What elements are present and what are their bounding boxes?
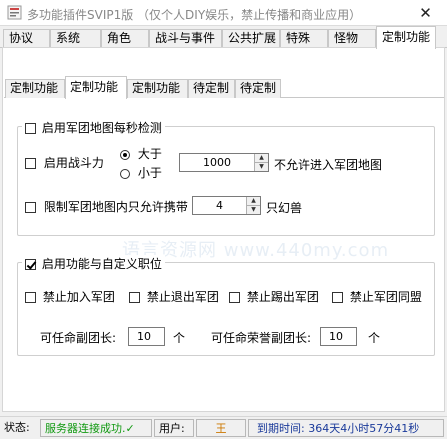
- ban-leave-label: 禁止退出军团: [146, 290, 219, 304]
- user-name: 王: [215, 422, 227, 435]
- connection-status: 服务器连接成功.✓: [45, 422, 135, 435]
- pet-limit-label: 限制军团地图内只允许携带: [43, 200, 188, 214]
- combat-power-spinner[interactable]: 1000 ▲ ▼: [179, 153, 269, 172]
- honor-leader-unit: 个: [368, 331, 381, 345]
- ban-kick-label: 禁止踢出军团: [246, 290, 319, 304]
- ban-alliance-checkbox[interactable]: [332, 292, 343, 303]
- main-tab-bar: 协议 系统 角色 战斗与事件 公共扩展 特殊 怪物 定制功能: [0, 26, 447, 49]
- tab-protocol[interactable]: 协议: [3, 29, 50, 48]
- status-label: 状态:: [4, 421, 30, 434]
- ban-alliance-option[interactable]: 禁止军团同盟: [332, 288, 422, 305]
- pet-limit-option[interactable]: 限制军团地图内只允许携带: [25, 198, 188, 215]
- title-bar: 多功能插件SVIP1版 （仅个人DIY娱乐，禁止传播和商业应用） ✕: [0, 0, 447, 26]
- function-position-title: 启用功能与自定义职位: [41, 257, 162, 271]
- status-value: 服务器连接成功.✓: [40, 419, 152, 437]
- less-than-radio-option[interactable]: 小于: [120, 164, 162, 181]
- ban-join-label: 禁止加入军团: [42, 290, 115, 304]
- ban-alliance-label: 禁止军团同盟: [349, 290, 422, 304]
- subtab-pending-2[interactable]: 待定制: [235, 79, 281, 98]
- sub-tab-bar: 定制功能 定制功能 定制功能 待定制 待定制: [4, 76, 444, 99]
- ban-kick-checkbox[interactable]: [229, 292, 240, 303]
- vice-leader-input[interactable]: 10: [128, 327, 165, 346]
- tab-role[interactable]: 角色: [101, 29, 149, 48]
- combat-power-checkbox[interactable]: [25, 158, 36, 169]
- tab-battle-events[interactable]: 战斗与事件: [149, 29, 222, 48]
- expire-time: 到期时间: 364天4小时57分41秒: [257, 422, 420, 435]
- ban-join-checkbox[interactable]: [25, 292, 36, 303]
- function-position-checkbox[interactable]: [25, 259, 36, 270]
- close-icon[interactable]: ✕: [404, 0, 447, 25]
- combat-power-value[interactable]: 1000: [180, 156, 254, 169]
- pet-limit-value[interactable]: 4: [193, 199, 246, 212]
- map-check-group: [17, 126, 435, 236]
- less-than-label: 小于: [137, 166, 162, 180]
- subtab-custom-2[interactable]: 定制功能: [65, 76, 127, 99]
- status-bar: 状态: 服务器连接成功.✓ 用户: 王 到期时间: 364天4小时57分41秒: [0, 416, 447, 439]
- expire-cell: 到期时间: 364天4小时57分41秒: [248, 419, 444, 437]
- function-position-header[interactable]: 启用功能与自定义职位: [22, 255, 165, 272]
- map-check-header[interactable]: 启用军团地图每秒检测: [22, 119, 165, 136]
- tab-special[interactable]: 特殊: [280, 29, 328, 48]
- subtab-custom-3[interactable]: 定制功能: [127, 79, 188, 98]
- honor-leader-input[interactable]: 10: [320, 327, 357, 346]
- tab-monster[interactable]: 怪物: [328, 29, 376, 48]
- ban-kick-option[interactable]: 禁止踢出军团: [229, 288, 319, 305]
- tab-custom-functions[interactable]: 定制功能: [376, 26, 436, 49]
- pet-limit-checkbox[interactable]: [25, 202, 36, 213]
- user-value-cell: 王: [196, 419, 246, 437]
- spin-up-icon[interactable]: ▲: [255, 154, 268, 163]
- combat-power-label: 启用战斗力: [43, 156, 104, 170]
- spin-down-icon[interactable]: ▼: [247, 206, 260, 214]
- spin-up-icon[interactable]: ▲: [247, 197, 260, 206]
- pet-limit-spin-buttons: ▲ ▼: [246, 197, 260, 214]
- vice-leader-unit: 个: [173, 331, 186, 345]
- window-title: 多功能插件SVIP1版 （仅个人DIY娱乐，禁止传播和商业应用）: [27, 8, 362, 22]
- honor-leader-label: 可任命荣誉副团长:: [211, 331, 312, 345]
- tab-system[interactable]: 系统: [50, 29, 101, 48]
- ban-join-option[interactable]: 禁止加入军团: [25, 288, 115, 305]
- subtab-pending-1[interactable]: 待定制: [188, 79, 235, 98]
- greater-than-radio[interactable]: [120, 149, 130, 160]
- map-check-title: 启用军团地图每秒检测: [41, 121, 162, 135]
- tab-public-extension[interactable]: 公共扩展: [222, 29, 280, 48]
- user-label: 用户:: [154, 419, 194, 437]
- ban-leave-option[interactable]: 禁止退出军团: [129, 288, 219, 305]
- spin-down-icon[interactable]: ▼: [255, 163, 268, 171]
- less-than-radio[interactable]: [120, 168, 130, 179]
- map-check-checkbox[interactable]: [25, 123, 36, 134]
- pet-limit-spinner[interactable]: 4 ▲ ▼: [192, 196, 261, 215]
- greater-than-label: 大于: [137, 147, 162, 161]
- subtab-custom-1[interactable]: 定制功能: [5, 79, 65, 98]
- vice-leader-label: 可任命副团长:: [40, 331, 117, 345]
- combat-power-spin-buttons: ▲ ▼: [254, 154, 268, 171]
- combat-power-option[interactable]: 启用战斗力: [25, 154, 104, 171]
- app-icon: [7, 5, 22, 20]
- pet-limit-suffix: 只幻兽: [266, 201, 303, 215]
- ban-leave-checkbox[interactable]: [129, 292, 140, 303]
- combat-power-suffix: 不允许进入军团地图: [274, 158, 383, 172]
- greater-than-radio-option[interactable]: 大于: [120, 145, 162, 162]
